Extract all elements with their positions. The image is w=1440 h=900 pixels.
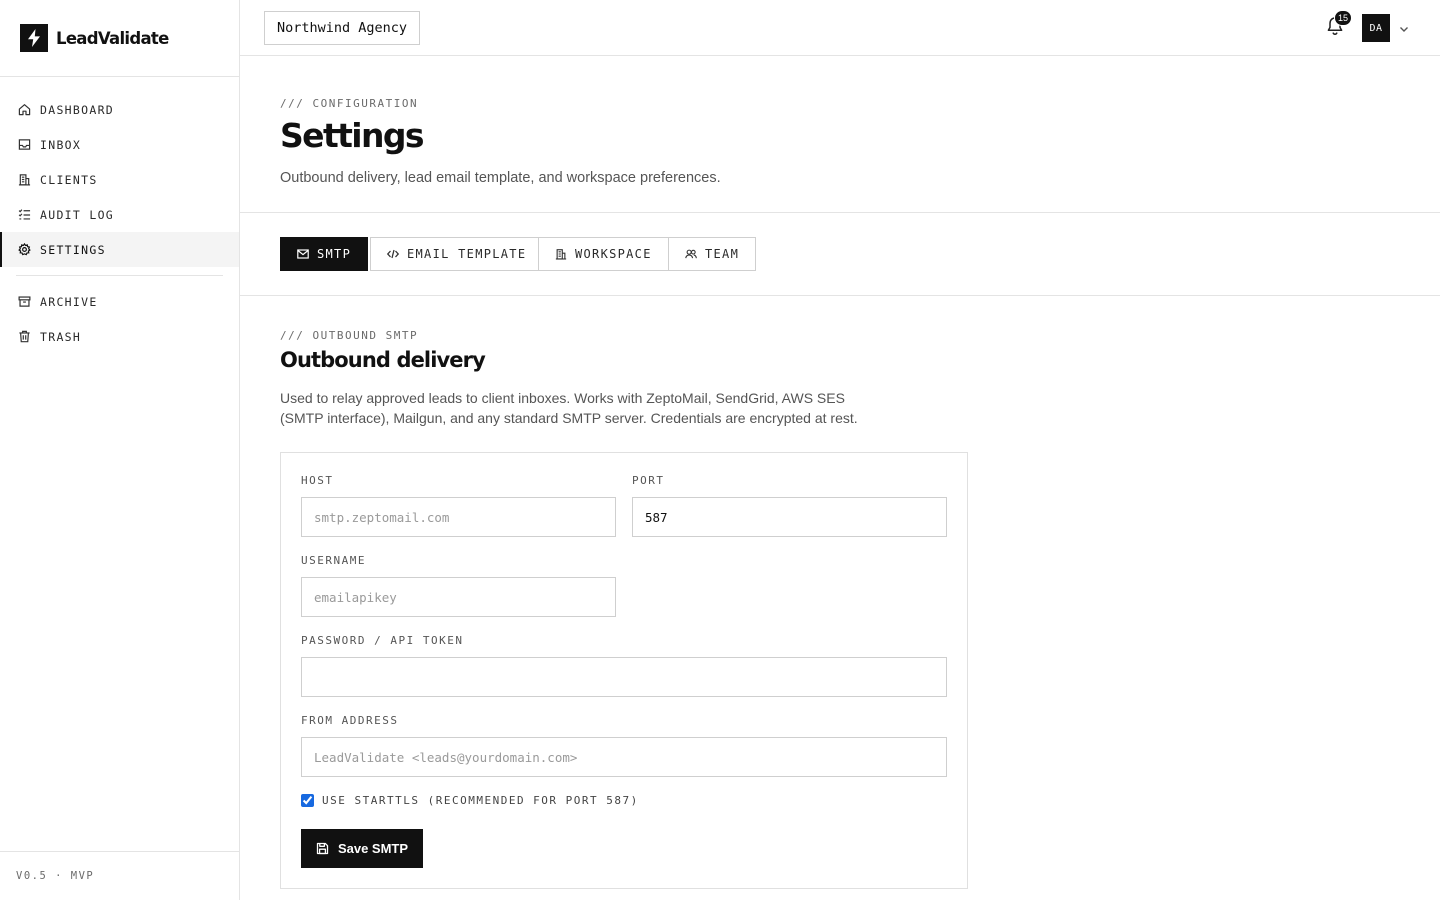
section-eyebrow: /// OUTBOUND SMTP (280, 329, 419, 342)
sidebar-item-audit-log[interactable]: AUDIT LOG (0, 197, 239, 232)
port-input[interactable] (632, 497, 947, 537)
port-label: PORT (632, 474, 665, 487)
tab-label: TEAM (705, 247, 740, 261)
sidebar-item-settings[interactable]: SETTINGS (0, 232, 239, 267)
workspace-switcher[interactable]: Northwind Agency (264, 11, 421, 45)
sidebar-nav: DASHBOARD INBOX CLIENTS AUDIT LOG SETTIN… (0, 77, 239, 354)
save-button-label: Save SMTP (337, 841, 409, 856)
save-smtp-button[interactable]: Save SMTP (301, 829, 423, 868)
tab-team[interactable]: TEAM (668, 237, 757, 271)
app-version: V0.5 · MVP (0, 851, 239, 900)
sidebar-item-label: DASHBOARD (40, 102, 115, 117)
starttls-label: USE STARTTLS (RECOMMENDED FOR PORT 587) (322, 794, 639, 807)
smtp-section: /// OUTBOUND SMTP Outbound delivery Used… (240, 296, 1440, 900)
sidebar-divider (16, 275, 223, 276)
archive-icon (17, 295, 31, 309)
gear-icon (17, 243, 31, 257)
section-title: Outbound delivery (280, 348, 486, 372)
password-input[interactable] (301, 657, 947, 697)
starttls-option[interactable]: USE STARTTLS (RECOMMENDED FOR PORT 587) (301, 794, 639, 807)
tab-label: SMTP (317, 247, 352, 261)
tab-label: WORKSPACE (575, 247, 652, 261)
chevron-down-icon[interactable] (1398, 22, 1410, 34)
sidebar-item-label: TRASH (40, 329, 82, 344)
sidebar-item-dashboard[interactable]: DASHBOARD (0, 92, 239, 127)
home-icon (17, 103, 31, 117)
tab-workspace[interactable]: WORKSPACE (538, 237, 669, 271)
topbar: Northwind Agency 15 DA (240, 0, 1440, 56)
page-title: Settings (280, 116, 425, 155)
users-icon (685, 248, 697, 260)
sidebar-item-clients[interactable]: CLIENTS (0, 162, 239, 197)
sidebar-item-trash[interactable]: TRASH (0, 319, 239, 354)
smtp-form: HOST PORT USERNAME PASSWORD / API TOKEN … (280, 452, 968, 889)
section-description: Used to relay approved leads to client i… (280, 390, 858, 426)
mail-icon (297, 248, 309, 260)
bolt-icon (20, 24, 48, 52)
sidebar-item-label: CLIENTS (40, 172, 98, 187)
save-icon (316, 842, 329, 855)
sidebar-item-inbox[interactable]: INBOX (0, 127, 239, 162)
building-icon (17, 173, 31, 187)
avatar[interactable]: DA (1362, 14, 1390, 42)
inbox-icon (17, 138, 31, 152)
sidebar-item-archive[interactable]: ARCHIVE (0, 284, 239, 319)
page-eyebrow: /// CONFIGURATION (280, 97, 419, 110)
brand[interactable]: LeadValidate (0, 0, 239, 77)
sidebar-item-label: INBOX (40, 137, 82, 152)
from-address-input[interactable] (301, 737, 947, 777)
sidebar-item-label: AUDIT LOG (40, 207, 115, 222)
tab-email-template[interactable]: EMAIL TEMPLATE (370, 237, 544, 271)
starttls-checkbox[interactable] (301, 794, 314, 807)
username-label: USERNAME (301, 554, 366, 567)
settings-tabs: SMTP EMAIL TEMPLATE WORKSPACE TEAM (240, 213, 1440, 296)
tab-label: EMAIL TEMPLATE (407, 247, 527, 261)
host-label: HOST (301, 474, 334, 487)
list-checks-icon (17, 208, 31, 222)
page-header: /// CONFIGURATION Settings Outbound deli… (240, 56, 1440, 213)
tab-smtp[interactable]: SMTP (280, 237, 369, 271)
username-input[interactable] (301, 577, 616, 617)
notification-badge: 15 (1334, 10, 1353, 26)
building-icon (555, 248, 567, 260)
from-address-label: FROM ADDRESS (301, 714, 399, 727)
sidebar: LeadValidate DASHBOARD INBOX CLIENTS AUD… (0, 0, 240, 900)
sidebar-item-label: ARCHIVE (40, 294, 98, 309)
trash-icon (17, 330, 31, 344)
password-label: PASSWORD / API TOKEN (301, 634, 464, 647)
host-input[interactable] (301, 497, 616, 537)
brand-name: LeadValidate (56, 28, 169, 48)
sidebar-item-label: SETTINGS (40, 242, 106, 257)
page-description: Outbound delivery, lead email template, … (280, 170, 721, 186)
code-icon (387, 248, 399, 260)
